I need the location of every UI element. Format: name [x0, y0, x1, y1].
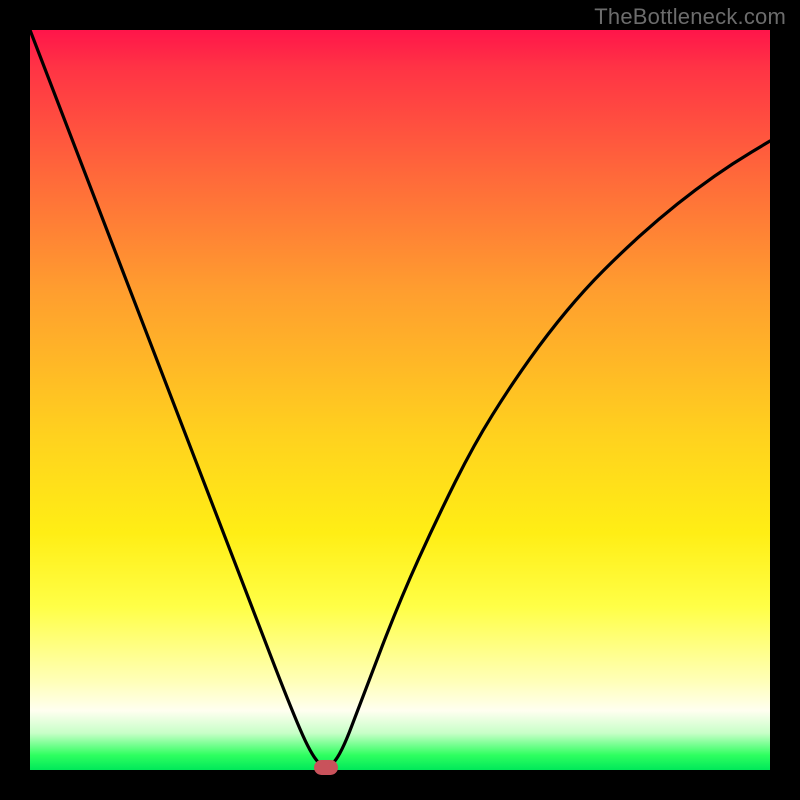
- gradient-plot-area: [30, 30, 770, 770]
- chart-frame: TheBottleneck.com: [0, 0, 800, 800]
- optimal-point-marker: [314, 760, 338, 775]
- watermark-text: TheBottleneck.com: [594, 4, 786, 30]
